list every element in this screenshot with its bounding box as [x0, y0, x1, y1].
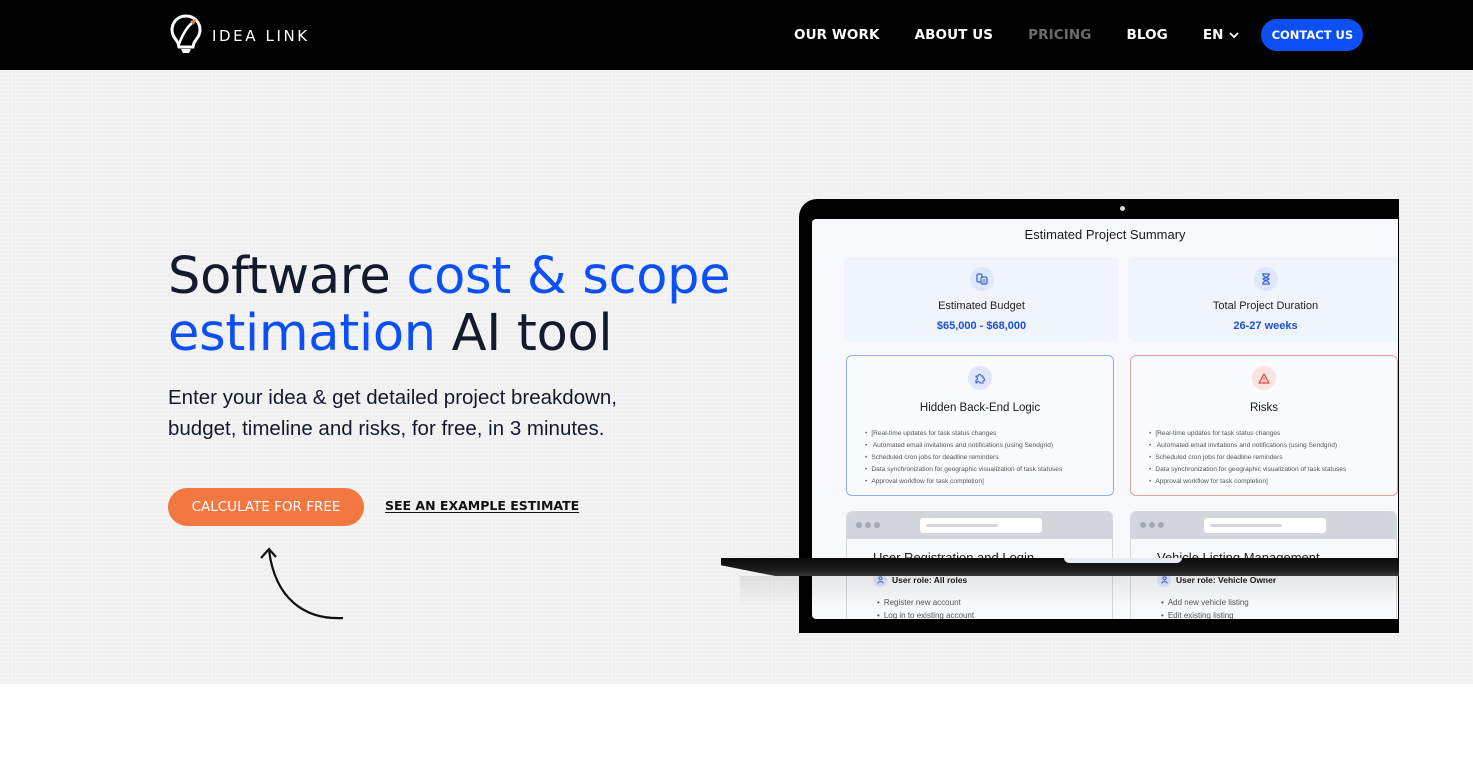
nav-about-us[interactable]: ABOUT US — [915, 27, 994, 43]
puzzle-icon — [968, 366, 992, 390]
list-item: Approval workflow for task completion] — [1149, 476, 1346, 488]
hero-section: Software cost & scope estimation AI tool… — [0, 70, 1473, 684]
lightbulb-logo-icon — [170, 14, 202, 53]
list-item: Data synchronization for geographic visu… — [865, 464, 1062, 476]
url-bar — [920, 518, 1042, 533]
risks-list: [Real-time updates for task status chang… — [1149, 428, 1346, 488]
window-dots — [856, 522, 883, 528]
hero-headline: Software cost & scope estimation AI tool — [168, 247, 731, 363]
list-item: Approval workflow for task completion] — [865, 476, 1062, 488]
top-nav: IDEA LINK OUR WORK ABOUT US PRICING BLOG… — [0, 0, 1473, 70]
list-item: Log in to existing account — [877, 609, 974, 619]
budget-value: $65,000 - $68,000 — [936, 320, 1027, 332]
list-item: Data synchronization for geographic visu… — [1149, 464, 1346, 476]
calculate-for-free-button[interactable]: CALCULATE FOR FREE — [168, 488, 364, 526]
risks-card: Risks [Real-time updates for task status… — [1130, 355, 1398, 496]
list-item: Automated email invitations and notifica… — [1149, 440, 1346, 452]
nav-our-work[interactable]: OUR WORK — [794, 27, 880, 43]
list-item: Edit existing listing — [1161, 609, 1249, 619]
window-dots — [1140, 522, 1167, 528]
duration-card: Total Project Duration 26-27 weeks — [1128, 257, 1398, 341]
headline-highlight: cost & scope — [406, 247, 731, 306]
duration-value: 26-27 weeks — [1233, 320, 1298, 332]
curved-arrow-icon — [260, 547, 344, 620]
list-item: Scheduled cron jobs for deadline reminde… — [1149, 452, 1346, 464]
list-item: Automated email invitations and notifica… — [865, 440, 1062, 452]
url-bar — [1204, 518, 1326, 533]
headline-text: AI tool — [435, 304, 613, 363]
list-item: [Real-time updates for task status chang… — [865, 428, 1062, 440]
headline-text: Software — [168, 247, 407, 306]
language-selector[interactable]: EN — [1203, 27, 1240, 43]
list-item: [Real-time updates for task status chang… — [1149, 428, 1346, 440]
risks-title: Risks — [1249, 402, 1279, 414]
warning-icon — [1252, 366, 1276, 390]
list-item: Scheduled cron jobs for deadline reminde… — [865, 452, 1062, 464]
headline-highlight: estimation — [168, 304, 436, 363]
nav-links: OUR WORK ABOUT US PRICING BLOG EN CONTAC… — [794, 0, 1364, 70]
summary-title: Estimated Project Summary — [1024, 227, 1186, 242]
backend-logic-title: Hidden Back-End Logic — [919, 402, 1041, 414]
coins-icon — [969, 267, 994, 291]
contact-us-button[interactable]: CONTACT US — [1261, 19, 1364, 51]
nav-pricing[interactable]: PRICING — [1028, 27, 1091, 43]
camera-dot — [1120, 206, 1125, 211]
laptop-notch — [1064, 558, 1182, 563]
backend-logic-list: [Real-time updates for task status chang… — [865, 428, 1062, 488]
browser-bar — [847, 512, 1112, 539]
logo-text: IDEA LINK — [212, 27, 310, 45]
language-label: EN — [1202, 27, 1224, 43]
browser-bar — [1131, 512, 1396, 539]
laptop-base — [721, 558, 1399, 576]
nav-blog[interactable]: BLOG — [1126, 27, 1167, 43]
backend-logic-card: Hidden Back-End Logic [Real-time updates… — [846, 355, 1114, 496]
budget-label: Estimated Budget — [938, 300, 1025, 312]
duration-label: Total Project Duration — [1212, 300, 1319, 312]
hourglass-icon — [1253, 267, 1278, 291]
chevron-down-icon — [1229, 31, 1240, 38]
budget-card: Estimated Budget $65,000 - $68,000 — [844, 257, 1119, 341]
laptop-shadow — [740, 576, 1399, 606]
hero-subtext: Enter your idea & get detailed project b… — [168, 386, 617, 440]
see-example-estimate-link[interactable]: SEE AN EXAMPLE ESTIMATE — [385, 498, 579, 513]
logo[interactable]: IDEA LINK — [170, 14, 310, 56]
